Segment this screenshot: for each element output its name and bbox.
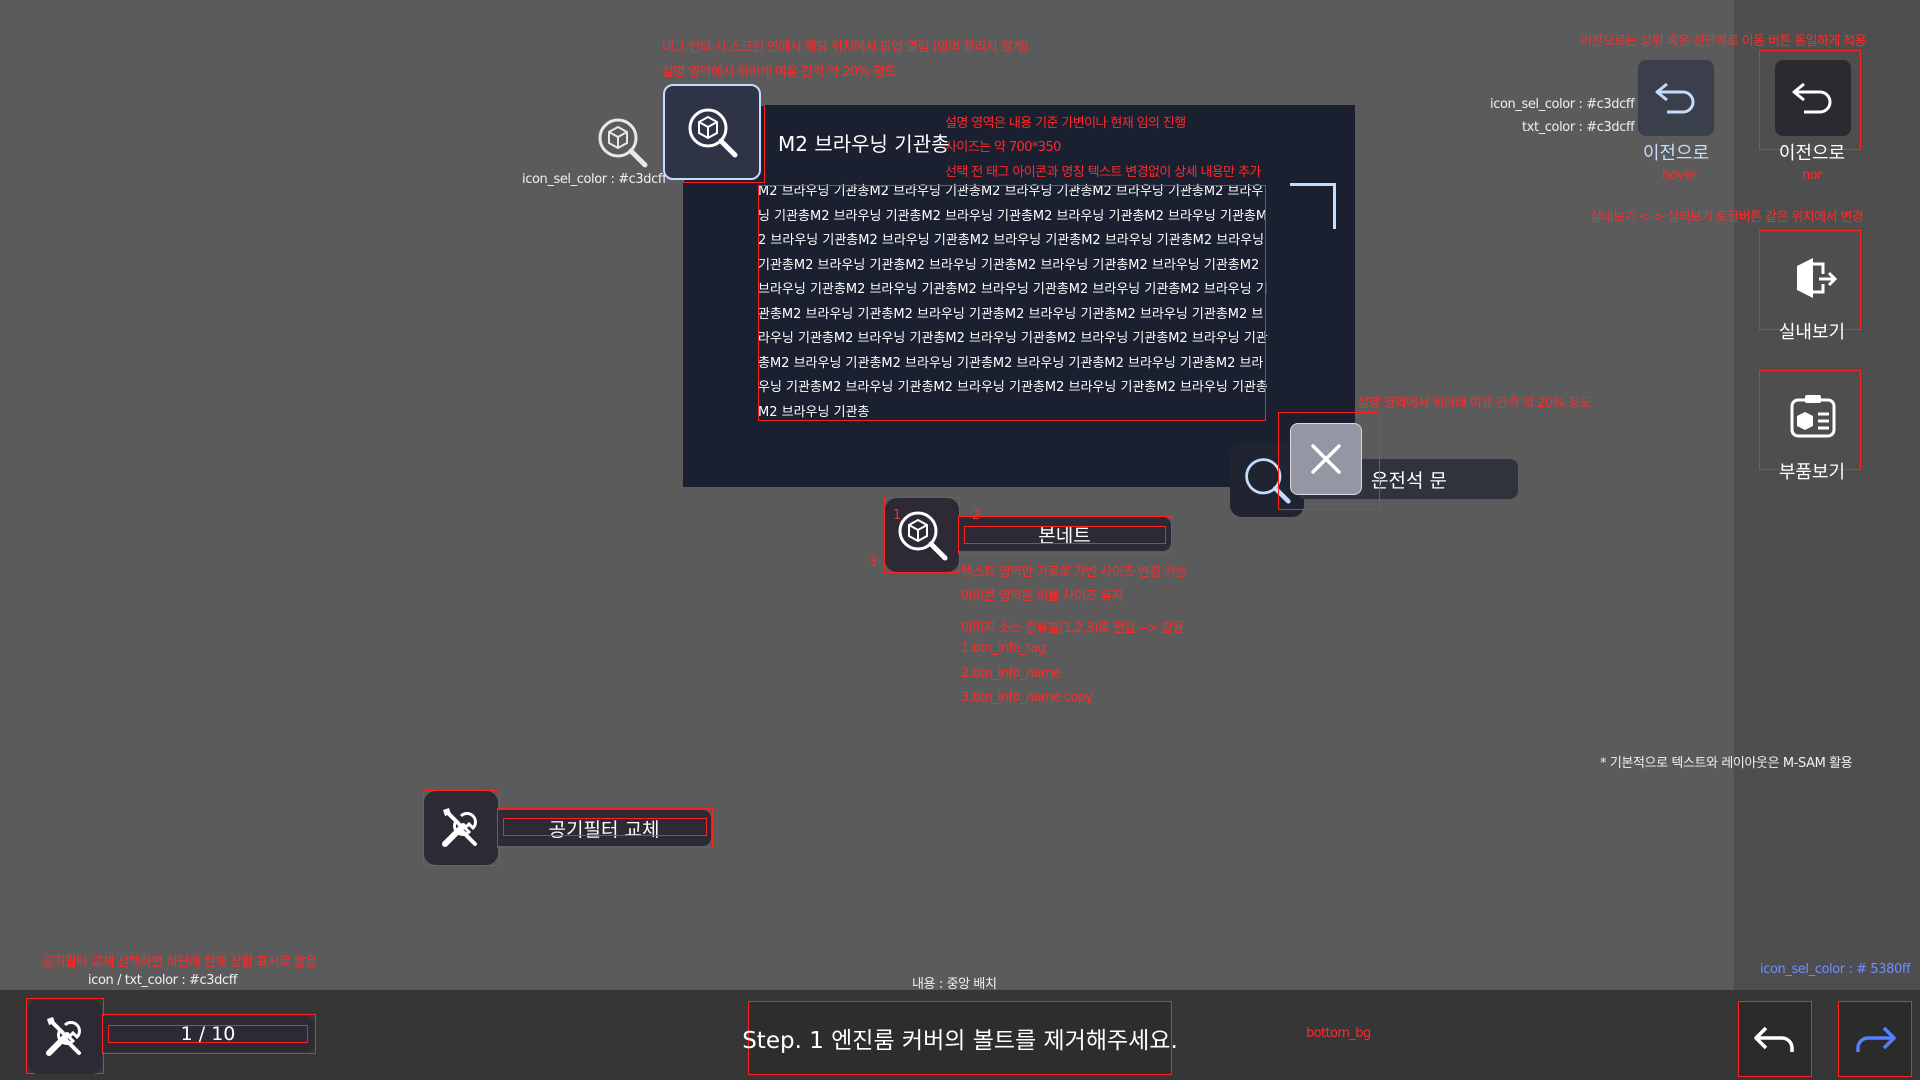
air-filter-tag-icon[interactable] (424, 791, 498, 865)
current-task-icon (28, 1000, 102, 1074)
close-icon (1311, 444, 1341, 474)
arrow-back-icon (1754, 1026, 1794, 1052)
interior-view-label: 실내보기 (1778, 322, 1846, 343)
bonnet-text-outline (964, 526, 1166, 544)
annotation-hover: hover (1662, 168, 1697, 183)
tag-icon-unselected[interactable] (595, 115, 649, 169)
popup-title: M2 브라우닝 기관총 (778, 132, 950, 156)
tag-num-2: 2 (972, 508, 980, 523)
tag-num-1: 1 (893, 508, 901, 523)
annotation-back-rule: 이전으로는 상위 혹은 전단계로 이동 버튼 동일하게 적용 (1580, 34, 1867, 49)
back-normal-label: 이전으로 (1778, 143, 1846, 164)
magnifier-box-icon (898, 511, 948, 561)
annotation-src-3: 3.btn_info_name copy (961, 690, 1093, 705)
annotation-src-1: 1.btn_info_tag (961, 641, 1046, 656)
parts-list-icon (1790, 395, 1836, 438)
annotation-bottom-color: icon / txt_color : #c3dcff (88, 973, 238, 988)
back-hover-label: 이전으로 (1642, 143, 1710, 164)
annotation-popup-size3: 선택 전 태그 아이콘과 명칭 텍스트 변경없이 상세 내용만 추가 (945, 165, 1261, 180)
annotation-msam: * 기본적으로 텍스트와 레이아웃은 M-SAM 활용 (1600, 756, 1853, 771)
annotation-icon-color-right: icon_sel_color : #c3dcff (1490, 97, 1635, 112)
description-area-outline (758, 185, 1266, 421)
annotation-icon-ratio: 아이콘 영역은 비율 사이즈 유지 (961, 589, 1123, 604)
annotation-bottom-status: 공기필터 교체 선택하면 하단에 현재 상황 표시로 활용 (42, 955, 317, 970)
driver-seat-label: 운전석 문 (1371, 469, 1447, 492)
annotation-src-2: 2.btn_info_name (961, 666, 1061, 681)
parts-view-button[interactable] (1775, 380, 1851, 456)
magnifier-box-icon (688, 108, 738, 158)
annotation-icon-sel-color: icon_sel_color : #c3dcff (522, 172, 667, 187)
undo-icon (1792, 82, 1832, 114)
parts-view-label: 부품보기 (1778, 462, 1846, 483)
annotation-close-spacing: 설명 영역에서 위아래 여유 간격 약 20% 정도 (1357, 396, 1591, 411)
annotation-txt-color-right: txt_color : #c3dcff (1522, 120, 1635, 135)
annotation-text-variable: 텍스트 영역만 가로로 가변 사이즈 변경 가능 (961, 565, 1187, 580)
annotation-bottom-bg: bottom_bg (1306, 1026, 1371, 1041)
magnifier-box-icon (598, 118, 648, 168)
interior-view-button[interactable] (1775, 240, 1851, 316)
tag-num-3: 3 (869, 555, 877, 570)
back-button-hover[interactable] (1638, 60, 1714, 136)
annotation-image-source: 이미지 소스 종류별(1,2,3)로 전달 --> 활용 (961, 621, 1184, 636)
door-enter-icon (1797, 258, 1838, 298)
annotation-popup-size2: 사이즈는 약 700*350 (945, 140, 1061, 155)
prev-step-button[interactable] (1738, 1001, 1812, 1077)
wrench-screwdriver-icon (46, 1017, 81, 1056)
back-button-normal[interactable] (1775, 60, 1851, 136)
close-button[interactable] (1290, 423, 1362, 495)
next-step-button[interactable] (1838, 1001, 1912, 1077)
step-instruction: Step. 1 엔진룸 커버의 볼트를 제거해주세요. (742, 1001, 1178, 1075)
popup-tag-icon-selected[interactable] (663, 84, 761, 180)
annotation-toggle: 실내보기 <-> 실외보기 토글버튼 같은 위치에서 변경 (1590, 210, 1864, 225)
annotation-spacing: 설명 영역에서 위아래 여유 간격 약 20% 정도 (662, 65, 896, 80)
step-text: Step. 1 엔진룸 커버의 볼트를 제거해주세요. (742, 1028, 1178, 1054)
annotation-icon-sel-blue: icon_sel_color : # 5380ff (1760, 962, 1911, 977)
arrow-forward-icon (1856, 1026, 1896, 1052)
wrench-screwdriver-icon (442, 808, 477, 847)
annotation-nor: nor (1802, 168, 1822, 183)
popup-corner-bracket (1290, 183, 1336, 229)
annotation-popup-size1: 설명 영역은 내용 기준 가변이나 현재 임의 진행 (945, 116, 1186, 131)
progress-text-outline (108, 1025, 308, 1043)
air-filter-text-outline (503, 818, 707, 836)
undo-icon (1655, 82, 1695, 114)
annotation-popup-open: 태그 선택 시 스크린 안에서 해당 위치에서 팝업 열림 (영역 잘리지 않게… (662, 40, 1028, 55)
